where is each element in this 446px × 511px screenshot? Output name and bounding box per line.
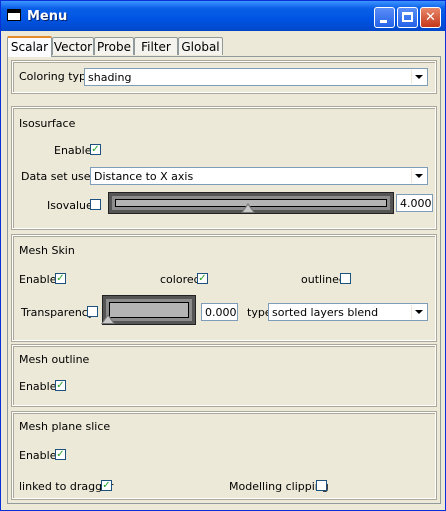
type-select[interactable]: sorted layers blend [268, 303, 428, 321]
isosurface-group: Isosurface Enable ✓ Data set used Distan… [11, 106, 437, 230]
isosurface-enable-label: Enable [54, 144, 92, 157]
type-value: sorted layers blend [272, 306, 379, 319]
dataset-label: Data set used [21, 170, 98, 183]
minimize-icon [380, 20, 387, 23]
coloring-group: Coloring type shading [11, 60, 437, 94]
linked-to-dragger-label: linked to dragger [19, 480, 114, 493]
tab-filter[interactable]: Filter [134, 37, 178, 55]
mesh-outline-enable-label: Enable [19, 380, 57, 393]
checkmark-icon: ✓ [102, 480, 111, 491]
maximize-button[interactable] [397, 7, 418, 28]
coloring-type-label: Coloring type [19, 70, 93, 83]
isosurface-enable-checkbox[interactable]: ✓ [90, 144, 101, 155]
transparency-checkbox[interactable] [87, 306, 98, 317]
mesh-skin-group: Mesh Skin Enable ✓ colored ✓ outlined Tr… [11, 234, 437, 342]
colored-checkbox[interactable]: ✓ [197, 273, 208, 284]
mesh-skin-title: Mesh Skin [19, 244, 75, 257]
slider-thumb-icon[interactable] [101, 314, 115, 324]
window-title: Menu [27, 9, 68, 24]
mesh-plane-slice-enable-label: Enable [19, 449, 57, 462]
outlined-checkbox[interactable] [340, 273, 351, 284]
close-button[interactable]: ✕ [420, 7, 441, 28]
isovalue-checkbox[interactable] [90, 199, 101, 210]
colored-label: colored [160, 273, 201, 286]
dropdown-arrow-icon[interactable] [411, 169, 426, 183]
title-bar[interactable]: Menu ✕ [1, 1, 445, 31]
isovalue-field[interactable]: 4.000 [396, 194, 433, 212]
mesh-skin-enable-label: Enable [19, 273, 57, 286]
dataset-select[interactable]: Distance to X axis [90, 167, 428, 185]
minimize-button[interactable] [374, 7, 395, 28]
close-icon: ✕ [425, 10, 436, 25]
transparency-field[interactable]: 0.000 [201, 303, 238, 321]
dropdown-arrow-icon[interactable] [411, 305, 426, 319]
mesh-plane-slice-title: Mesh plane slice [19, 420, 111, 433]
checkmark-icon: ✓ [56, 449, 65, 460]
mesh-outline-group: Mesh outline Enable ✓ [11, 344, 437, 407]
checkmark-icon: ✓ [56, 273, 65, 284]
coloring-type-select[interactable]: shading [84, 68, 428, 86]
checkmark-icon: ✓ [198, 273, 207, 284]
modelling-clipping-label: Modelling clipping [229, 480, 329, 493]
checkmark-icon: ✓ [91, 144, 100, 155]
tab-vector[interactable]: Vector [52, 37, 94, 55]
coloring-type-value: shading [88, 71, 132, 84]
checkmark-icon: ✓ [56, 380, 65, 391]
isosurface-title: Isosurface [19, 117, 76, 130]
transparency-label: Transparency [21, 306, 95, 319]
window-app-icon[interactable] [7, 9, 21, 21]
dataset-value: Distance to X axis [94, 170, 194, 183]
isovalue-slider[interactable] [108, 192, 394, 214]
mesh-plane-slice-group: Mesh plane slice Enable ✓ linked to drag… [11, 411, 437, 500]
tab-global[interactable]: Global [178, 37, 223, 55]
menu-window: Menu ✕ Scalar Vector Probe Filter Global… [0, 0, 446, 511]
maximize-icon [402, 12, 413, 22]
transparency-slider[interactable] [101, 295, 196, 325]
mesh-outline-enable-checkbox[interactable]: ✓ [55, 380, 66, 391]
dropdown-arrow-icon[interactable] [411, 70, 426, 84]
mesh-outline-title: Mesh outline [19, 353, 90, 366]
scalar-tab-panel: Coloring type shading Isosurface Enable … [7, 56, 441, 504]
modelling-clipping-checkbox[interactable] [316, 480, 327, 491]
tab-probe[interactable]: Probe [94, 37, 134, 55]
mesh-skin-enable-checkbox[interactable]: ✓ [55, 273, 66, 284]
tab-scalar[interactable]: Scalar [7, 36, 52, 57]
linked-to-dragger-checkbox[interactable]: ✓ [101, 480, 112, 491]
slider-thumb-icon[interactable] [241, 203, 255, 213]
mesh-plane-slice-enable-checkbox[interactable]: ✓ [55, 449, 66, 460]
isovalue-label: Isovalue [47, 199, 93, 212]
transparency-slider-track [109, 302, 189, 318]
